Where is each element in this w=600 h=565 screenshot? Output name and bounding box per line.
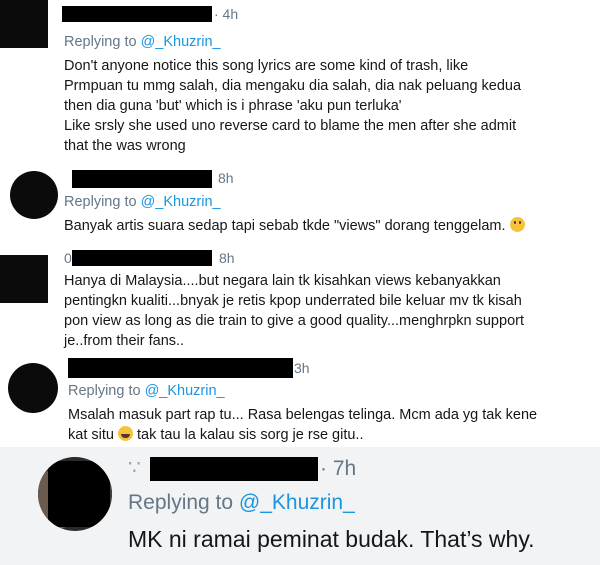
timestamp[interactable]: · 7h [320,457,356,481]
avatar[interactable] [0,0,48,48]
tweet-text: Don't anyone notice this song lyrics are… [64,58,522,154]
replying-to: Replying to @_Khuzrin_ [64,34,221,50]
redacted-username [72,170,212,188]
avatar[interactable] [38,457,112,531]
avatar[interactable] [10,171,58,219]
timestamp[interactable]: 8h [218,170,234,186]
bunny-ears-icon: ∵ [128,457,141,479]
laughing-emoji [117,426,133,441]
redacted-username [62,6,212,22]
reply-tweet-2[interactable]: 8h Replying to @_Khuzrin_ Banyak artis s… [0,165,600,247]
timestamp[interactable]: 3h [294,360,310,376]
redacted-username [72,250,212,266]
redacted-username [68,358,293,378]
tweet-text: Msalah masuk part rap tu... Rasa belenga… [68,407,538,443]
reply-tweet-1[interactable]: · 4h Replying to @_Khuzrin_ Don't anyone… [0,0,600,165]
sad-face-emoji [509,217,525,232]
mention-link[interactable]: @_Khuzrin_ [141,194,221,210]
tweet-text: Hanya di Malaysia....but negara lain tk … [64,273,524,349]
timestamp[interactable]: · 4h [214,6,238,22]
mention-link[interactable]: @_Khuzrin_ [141,34,221,50]
replying-to: Replying to @_Khuzrin_ [128,491,355,514]
avatar[interactable] [0,255,48,303]
reply-tweet-3[interactable]: 0 8h Hanya di Malaysia....but negara lain… [0,247,600,355]
mention-link[interactable]: @_Khuzrin_ [239,491,355,514]
avatar-redaction [48,461,110,527]
replying-to: Replying to @_Khuzrin_ [68,383,225,399]
reply-tweet-5[interactable]: ∵ · 7h Replying to @_Khuzrin_ MK ni rama… [0,447,600,565]
mention-link[interactable]: @_Khuzrin_ [145,383,225,399]
replying-to: Replying to @_Khuzrin_ [64,194,221,210]
redacted-username [150,457,318,481]
tweet-text: MK ni ramai peminat budak. That’s why. [128,526,535,552]
tweet-text: Banyak artis suara sedap tapi sebab tkde… [64,216,525,236]
avatar[interactable] [8,363,58,413]
reply-tweet-4[interactable]: 3h Replying to @_Khuzrin_ Msalah masuk p… [0,355,600,447]
